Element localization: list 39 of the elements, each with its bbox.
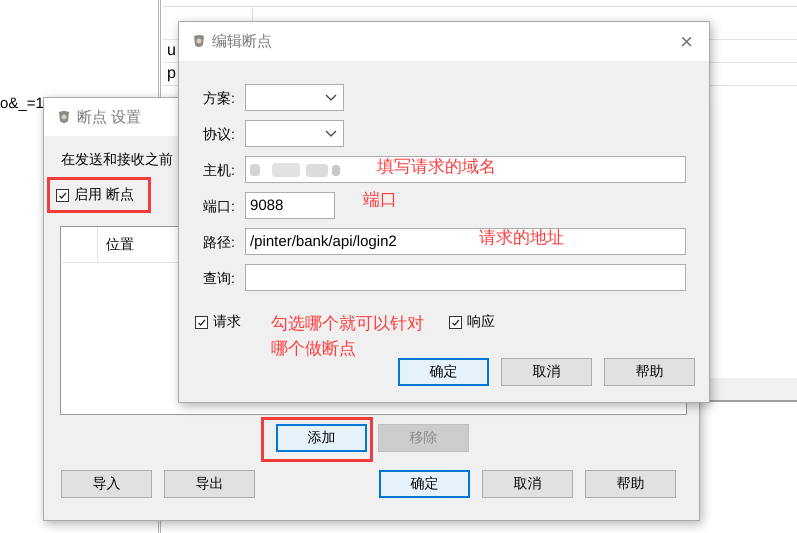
input-field[interactable] bbox=[245, 156, 686, 183]
field-label: 协议: bbox=[203, 126, 235, 144]
url-text: o&_=1 bbox=[0, 95, 44, 112]
dialog-button[interactable]: 导入 bbox=[61, 470, 152, 498]
checkbox-label: 响应 bbox=[467, 313, 495, 331]
dialog-button[interactable]: 确定 bbox=[379, 470, 470, 498]
field-label: 查询: bbox=[203, 270, 235, 288]
chevron-icon bbox=[325, 94, 337, 102]
annotation-text: 填写请求的域名 bbox=[377, 156, 496, 178]
dialog-button[interactable]: 导出 bbox=[164, 470, 255, 498]
field-label: 主机: bbox=[203, 162, 235, 180]
dropdown[interactable] bbox=[245, 120, 344, 147]
close-button[interactable]: × bbox=[676, 30, 697, 52]
annotation-text: 端口 bbox=[363, 189, 397, 211]
dropdown[interactable] bbox=[245, 84, 344, 111]
input-field[interactable]: 9088 bbox=[245, 192, 335, 219]
intro-text: 在发送和接收之前 bbox=[61, 151, 173, 169]
checkbox-label: 请求 bbox=[213, 313, 241, 331]
checkbox[interactable] bbox=[195, 316, 208, 328]
dialog-button[interactable]: 取消 bbox=[482, 470, 573, 498]
input-field[interactable] bbox=[245, 264, 686, 291]
annotation-text: 哪个做断点 bbox=[271, 338, 356, 360]
dialog-button[interactable]: 添加 bbox=[276, 424, 367, 452]
window-title: 断点 设置 bbox=[77, 108, 142, 126]
dialog-button[interactable]: 确定 bbox=[398, 358, 489, 386]
annotation-text: 请求的地址 bbox=[479, 227, 564, 249]
chevron-icon bbox=[325, 130, 337, 138]
dialog-button[interactable]: 取消 bbox=[501, 358, 592, 386]
annotation-text: 勾选哪个就可以针对 bbox=[271, 313, 424, 335]
field-label: 方案: bbox=[203, 90, 235, 108]
dialog-button[interactable]: 帮助 bbox=[585, 470, 676, 498]
checkbox[interactable] bbox=[449, 316, 462, 328]
app-icon bbox=[58, 110, 70, 124]
app-icon bbox=[193, 34, 205, 49]
dialog-button[interactable]: 帮助 bbox=[604, 358, 695, 386]
checkbox-label: 启用 断点 bbox=[74, 186, 134, 204]
field-label: 路径: bbox=[203, 234, 235, 252]
field-label: 端口: bbox=[203, 198, 235, 216]
checkbox[interactable] bbox=[56, 188, 69, 202]
